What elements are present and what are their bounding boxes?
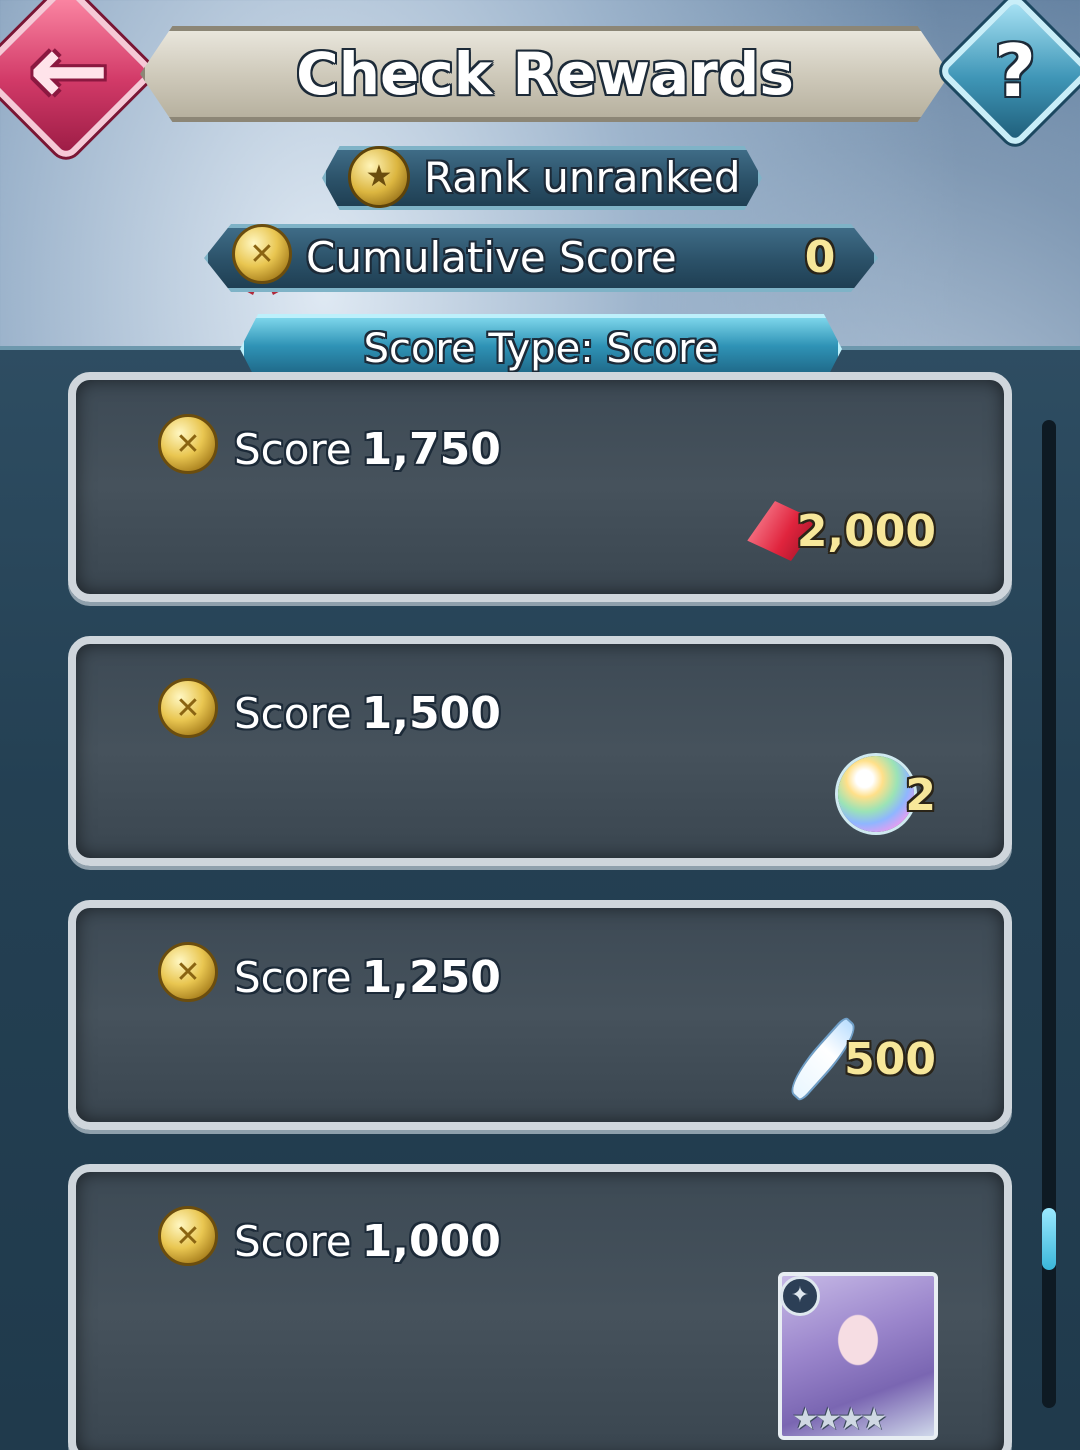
score-value: 1,250 (361, 952, 501, 1003)
cumulative-score-value: 0 (804, 232, 836, 283)
reward-quantity: 2 (905, 770, 936, 821)
reward-score: Score 1,750 (234, 420, 501, 480)
score-medal-icon: ✕ (158, 1206, 218, 1266)
reward-card: ✕ Score 1,000 ✦ ★★★★ (68, 1164, 1012, 1450)
reward-score: Score 1,250 (234, 948, 501, 1008)
score-medal-icon: ✕ (158, 414, 218, 474)
score-value: 1,500 (361, 688, 501, 739)
help-icon: ? (994, 29, 1036, 113)
reward-score: Score 1,500 (234, 684, 501, 744)
scrollbar-thumb[interactable] (1042, 1208, 1056, 1270)
cumulative-score-label: Cumulative Score (306, 233, 677, 282)
rank-label: Rank unranked (424, 153, 741, 202)
reward-card: ✕ Score 1,500 2 (68, 636, 1012, 866)
score-label: Score (234, 425, 352, 474)
score-value: 1,000 (361, 1216, 501, 1267)
reward-card: ✕ Score 1,250 500 (68, 900, 1012, 1130)
score-medal-icon: ✕ (158, 678, 218, 738)
page-title: Check Rewards (296, 40, 794, 108)
rank-emblem-icon: ★ (348, 146, 410, 208)
back-arrow-icon: ← (28, 14, 110, 126)
reward-score: Score 1,000 (234, 1212, 501, 1272)
reward-quantity: 2,000 (796, 506, 936, 557)
reward-quantity: 500 (844, 1034, 936, 1085)
unit-type-icon: ✦ (780, 1276, 820, 1316)
score-label: Score (234, 689, 352, 738)
score-value: 1,750 (361, 424, 501, 475)
rarity-stars-icon: ★★★★ (792, 1402, 888, 1437)
score-label: Score (234, 953, 352, 1002)
score-medal-icon: ✕ (158, 942, 218, 1002)
reward-card: ✕ Score 1,750 2,000 (68, 372, 1012, 602)
score-label: Score (234, 1217, 352, 1266)
score-medal-icon: ✕ (232, 224, 292, 284)
divine-dew-sphere-icon (838, 756, 914, 832)
